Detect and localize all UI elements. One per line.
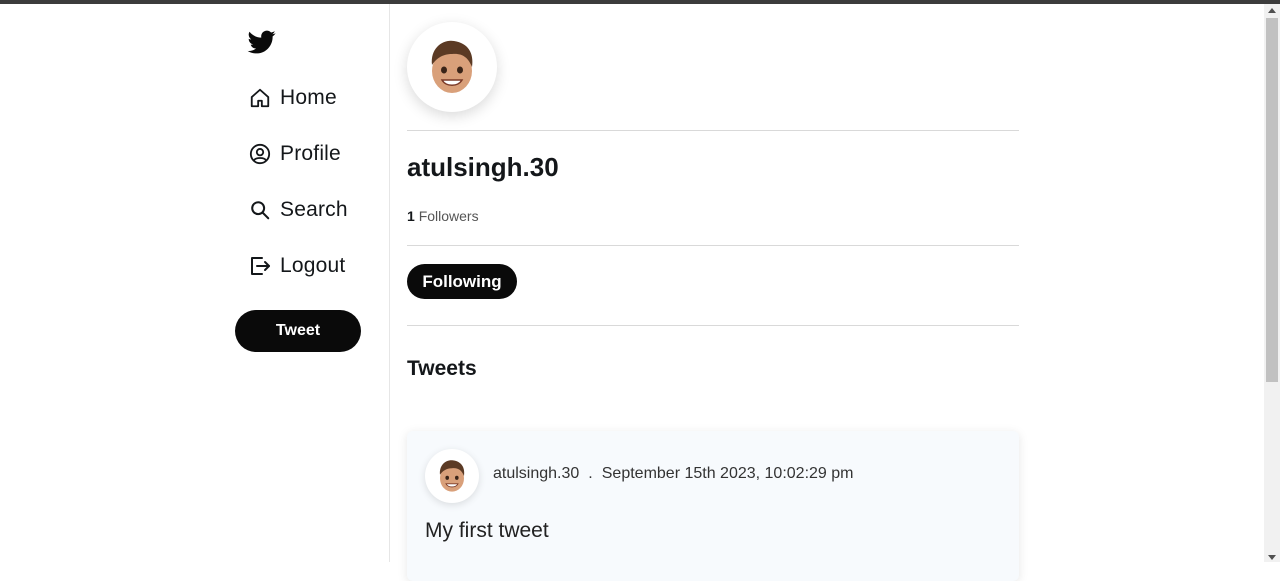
tweet-button[interactable]: Tweet [235, 310, 361, 352]
followers-count[interactable]: 1 Followers [407, 208, 479, 224]
sidebar: Home Profile Search Logout Tweet [0, 4, 390, 562]
tweet-meta: atulsingh.30 . September 15th 2023, 10:0… [493, 465, 853, 483]
avatar [407, 22, 497, 112]
scroll-up-arrow-icon[interactable] [1268, 8, 1276, 13]
nav-profile[interactable]: Profile [248, 137, 341, 171]
home-icon [248, 86, 272, 110]
tweet-timestamp: September 15th 2023, 10:02:29 pm [601, 465, 854, 482]
followers-number: 1 [407, 208, 415, 224]
divider [407, 130, 1019, 131]
page-scrollbar[interactable] [1264, 4, 1280, 562]
nav-profile-label: Profile [280, 142, 341, 165]
following-button[interactable]: Following [407, 264, 517, 299]
tweet-card[interactable]: atulsingh.30 . September 15th 2023, 10:0… [407, 431, 1019, 581]
tweet-author[interactable]: atulsingh.30 [493, 465, 579, 483]
divider [407, 325, 1019, 326]
tweet-text: My first tweet [425, 519, 549, 542]
scrollbar-thumb[interactable] [1266, 18, 1278, 382]
nav-search-label: Search [280, 198, 348, 221]
tweets-heading: Tweets [407, 357, 477, 380]
search-icon [248, 198, 272, 222]
logout-icon [248, 254, 272, 278]
divider [407, 245, 1019, 246]
memoji-avatar-icon [431, 40, 473, 93]
twitter-bird-icon[interactable] [247, 28, 277, 56]
nav-home[interactable]: Home [248, 81, 337, 115]
nav-home-label: Home [280, 86, 337, 109]
scroll-down-arrow-icon[interactable] [1268, 555, 1276, 560]
nav-logout-label: Logout [280, 254, 346, 277]
profile-username: atulsingh.30 [407, 152, 559, 182]
tweet-author-avatar[interactable] [425, 449, 479, 503]
tweet-meta-separator: . [588, 465, 593, 482]
user-circle-icon [248, 142, 272, 166]
followers-label: Followers [418, 208, 479, 224]
nav-logout[interactable]: Logout [248, 249, 345, 283]
nav-search[interactable]: Search [248, 193, 348, 227]
memoji-avatar-icon [439, 460, 465, 492]
